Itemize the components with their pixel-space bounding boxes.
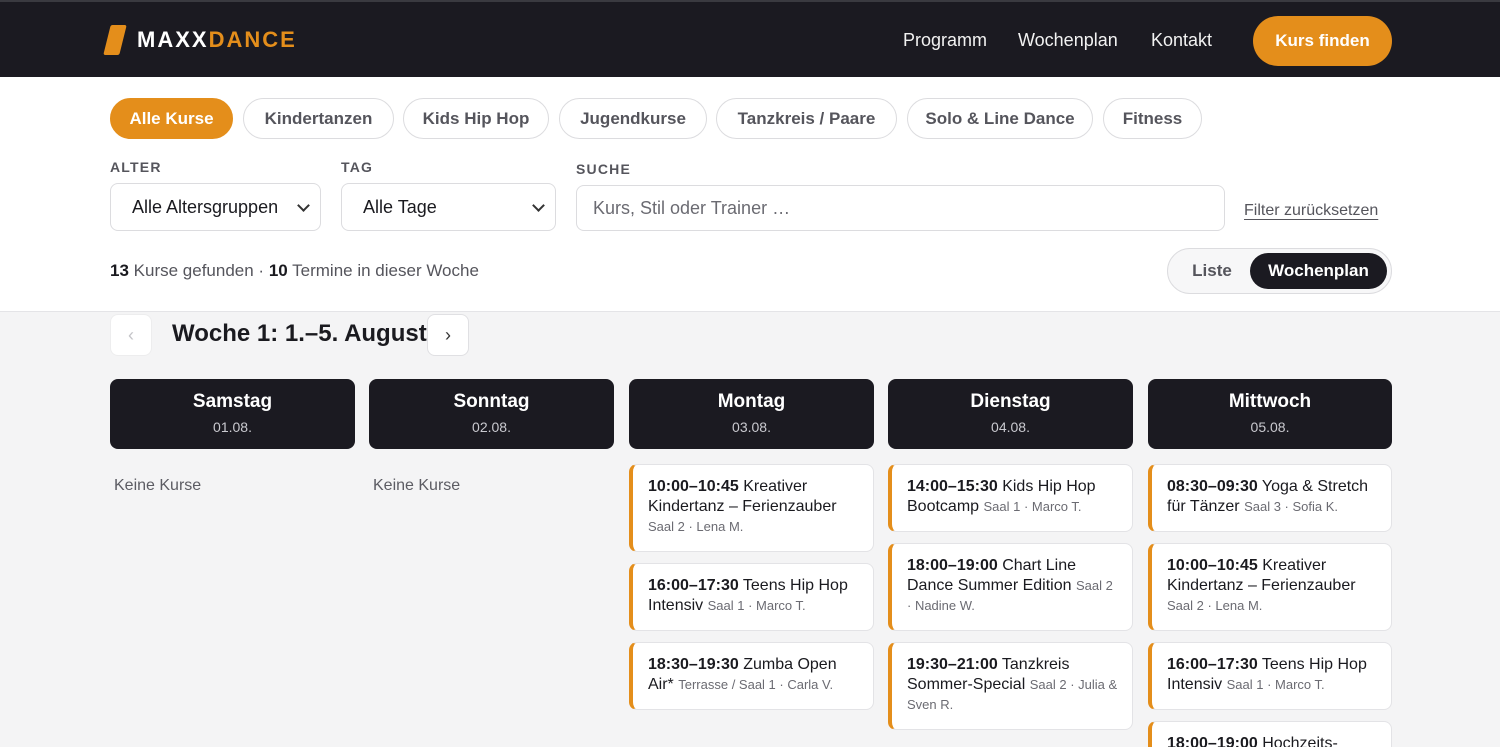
nav-link-wochenplan[interactable]: Wochenplan — [1018, 30, 1118, 51]
course-time: 08:30–09:30 — [1167, 478, 1258, 495]
course-count-text: Kurse gefunden · — [133, 261, 265, 280]
day-column-sonntag: Sonntag 02.08. Keine Kurse — [369, 379, 614, 495]
day-date: 01.08. — [213, 419, 252, 435]
day-name: Montag — [717, 391, 786, 412]
category-chip-kids-hip-hop[interactable]: Kids Hip Hop — [403, 98, 549, 139]
day-header: Dienstag 04.08. — [888, 379, 1133, 449]
no-courses-text: Keine Kurse — [373, 477, 461, 494]
day-name: Sonntag — [453, 391, 530, 412]
age-select-value: Alle Altersgruppen — [132, 196, 279, 217]
results-count: 13 Kurse gefunden · 10 Termine in dieser… — [110, 261, 479, 281]
age-select[interactable]: Alle Altersgruppen — [110, 183, 321, 231]
course-time: 16:00–17:30 — [648, 577, 739, 594]
chevron-down-icon — [297, 199, 310, 212]
day-filter-label: TAG — [341, 159, 374, 175]
course-card[interactable]: 08:30–09:30 Yoga & Stretch für Tänzer Sa… — [1148, 464, 1392, 532]
age-filter-label: ALTER — [110, 159, 162, 175]
category-chip-fitness[interactable]: Fitness — [1103, 98, 1202, 139]
day-column-mittwoch: Mittwoch 05.08. 08:30–09:30 Yoga & Stret… — [1148, 379, 1392, 747]
course-card[interactable]: 18:30–19:30 Zumba Open Air* Terrasse / S… — [629, 642, 874, 710]
day-name: Samstag — [192, 391, 273, 412]
next-week-button[interactable]: › — [427, 314, 469, 356]
course-meta: Saal 3 · Sofia K. — [1244, 499, 1339, 514]
day-header: Mittwoch 05.08. — [1148, 379, 1392, 449]
day-column-montag: Montag 03.08. 10:00–10:45 Kreativer Kind… — [629, 379, 874, 710]
day-name: Mittwoch — [1228, 391, 1312, 412]
day-header: Montag 03.08. — [629, 379, 874, 449]
day-name: Dienstag — [970, 391, 1051, 412]
week-title: Woche 1: 1.–5. August — [172, 320, 427, 347]
category-chip-all[interactable]: Alle Kurse — [110, 98, 233, 139]
course-time: 18:00–19:00 — [907, 557, 998, 574]
filter-panel: Alle Kurse Kindertanzen Kids Hip Hop Jug… — [0, 77, 1500, 312]
course-meta: Saal 1 · Marco T. — [1226, 677, 1325, 692]
date-count-text: Termine in dieser Woche — [292, 261, 479, 280]
prev-week-button[interactable]: ‹ — [110, 314, 152, 356]
course-meta: Saal 2 · Lena M. — [648, 519, 744, 534]
course-meta: Terrasse / Saal 1 · Carla V. — [678, 677, 834, 692]
day-header: Samstag 01.08. — [110, 379, 355, 449]
course-time: 18:00–19:00 — [1167, 735, 1258, 747]
nav-link-programm[interactable]: Programm — [903, 30, 987, 51]
brand-name-part2: DANCE — [208, 27, 297, 52]
day-date: 03.08. — [732, 419, 771, 435]
chevron-down-icon — [532, 199, 545, 212]
category-chip-tanzkreis[interactable]: Tanzkreis / Paare — [716, 98, 897, 139]
course-time: 19:30–21:00 — [907, 656, 998, 673]
day-column-samstag: Samstag 01.08. Keine Kurse — [110, 379, 355, 495]
course-count: 13 — [110, 261, 129, 280]
top-navigation-bar: MAXXDANCE Programm Wochenplan Kontakt Ku… — [0, 0, 1500, 77]
search-label: SUCHE — [576, 161, 632, 177]
course-card[interactable]: 14:00–15:30 Kids Hip Hop Bootcamp Saal 1… — [888, 464, 1133, 532]
course-card[interactable]: 16:00–17:30 Teens Hip Hop Intensiv Saal … — [629, 563, 874, 631]
course-meta: Saal 2 · Lena M. — [1167, 598, 1263, 613]
day-column-dienstag: Dienstag 04.08. 14:00–15:30 Kids Hip Hop… — [888, 379, 1133, 730]
course-card[interactable]: 10:00–10:45 Kreativer Kindertanz – Ferie… — [629, 464, 874, 552]
day-select[interactable]: Alle Tage — [341, 183, 556, 231]
course-time: 14:00–15:30 — [907, 478, 998, 495]
day-date: 05.08. — [1250, 419, 1290, 435]
no-courses-text: Keine Kurse — [114, 477, 202, 494]
category-chip-kindertanzen[interactable]: Kindertanzen — [243, 98, 394, 139]
nav-link-kontakt[interactable]: Kontakt — [1151, 30, 1212, 51]
day-date: 02.08. — [472, 419, 511, 435]
course-card[interactable]: 18:00–19:00 Hochzeits- — [1148, 721, 1392, 747]
find-course-button[interactable]: Kurs finden — [1253, 16, 1392, 66]
view-option-list[interactable]: Liste — [1172, 253, 1252, 289]
reset-filters-link[interactable]: Filter zurücksetzen — [1244, 202, 1378, 220]
day-date: 04.08. — [991, 419, 1030, 435]
course-time: 18:30–19:30 — [648, 656, 739, 673]
course-card[interactable]: 19:30–21:00 Tanzkreis Sommer-Special Saa… — [888, 642, 1133, 730]
day-header: Sonntag 02.08. — [369, 379, 614, 449]
course-time: 10:00–10:45 — [1167, 557, 1258, 574]
course-time: 16:00–17:30 — [1167, 656, 1258, 673]
logo-mark-icon — [103, 25, 127, 55]
course-meta: Saal 1 · Marco T. — [983, 499, 1082, 514]
view-toggle: Liste Wochenplan — [1167, 248, 1392, 294]
course-card[interactable]: 10:00–10:45 Kreativer Kindertanz – Ferie… — [1148, 543, 1392, 631]
course-card[interactable]: 16:00–17:30 Teens Hip Hop Intensiv Saal … — [1148, 642, 1392, 710]
search-input[interactable] — [576, 185, 1225, 231]
category-chip-solo-line-dance[interactable]: Solo & Line Dance — [907, 98, 1093, 139]
date-count: 10 — [268, 261, 288, 280]
brand-logo[interactable]: MAXXDANCE — [103, 24, 297, 56]
course-title: Hochzeits- — [1262, 735, 1338, 747]
day-select-value: Alle Tage — [363, 196, 437, 217]
brand-name-part1: MAXX — [137, 27, 209, 52]
course-card[interactable]: 18:00–19:00 Chart Line Dance Summer Edit… — [888, 543, 1133, 631]
category-chip-jugendkurse[interactable]: Jugendkurse — [559, 98, 707, 139]
brand-name: MAXXDANCE — [137, 27, 297, 53]
course-time: 10:00–10:45 — [648, 478, 739, 495]
view-option-weekplan[interactable]: Wochenplan — [1250, 253, 1387, 289]
course-meta: Saal 1 · Marco T. — [707, 598, 806, 613]
